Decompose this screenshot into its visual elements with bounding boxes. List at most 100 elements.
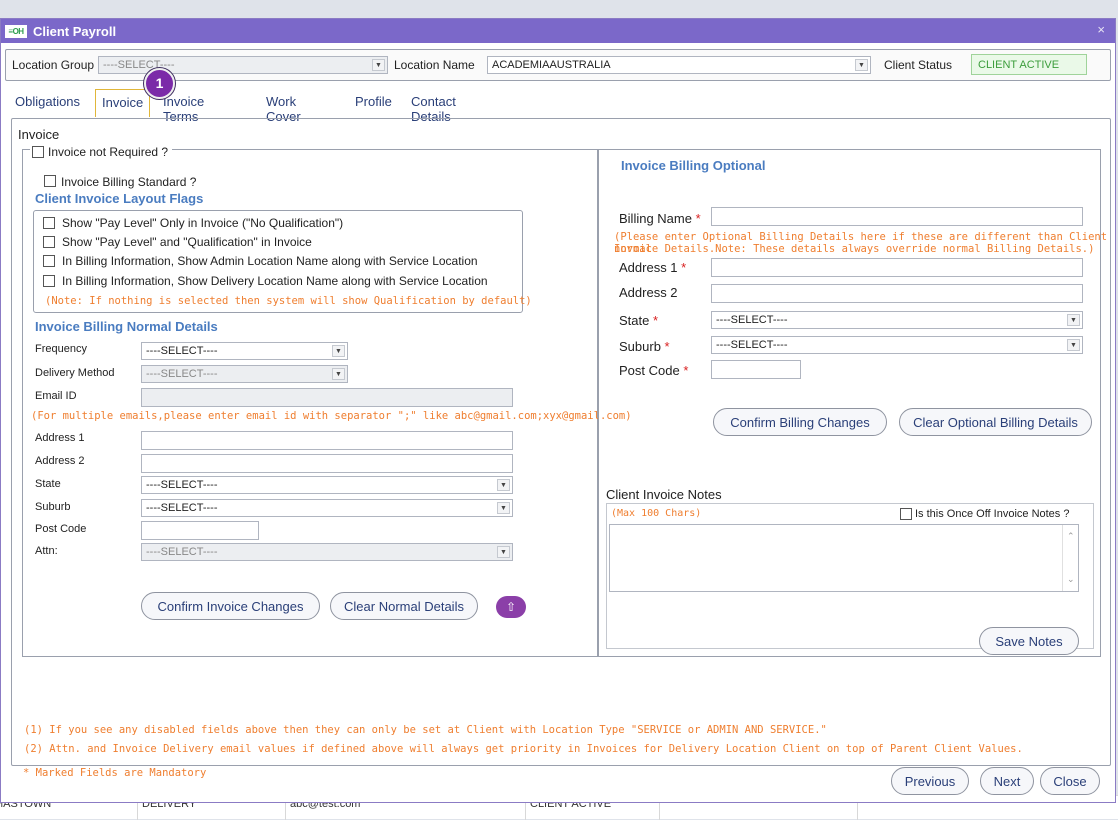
tab-profile[interactable]: Profile [349,89,398,114]
client-status-label: Client Status [884,58,953,72]
attn-label: Attn: [35,545,58,557]
flag-label: In Billing Information, Show Admin Locat… [62,254,478,268]
attn-select[interactable]: ----SELECT---- ▼ [141,543,513,561]
previous-button[interactable]: Previous [891,767,969,795]
client-status-value: CLIENT ACTIVE [971,54,1087,75]
address2-input[interactable] [141,454,513,473]
chevron-down-icon: ▼ [1067,314,1080,326]
delivery-method-label: Delivery Method [35,367,115,379]
state-select[interactable]: ----SELECT---- ▼ [141,476,513,494]
billing-name-label: Billing Name * [619,211,701,226]
location-group-select[interactable]: ----SELECT---- ▼ [98,56,388,74]
step-badge: 1 [144,68,175,99]
layout-flags-title: Client Invoice Layout Flags [35,191,204,206]
address2-label: Address 2 [35,455,85,467]
email-input[interactable] [141,388,513,407]
scroll-up-chevron-icon: ⌃ [1067,531,1075,541]
suburb-select[interactable]: ----SELECT---- ▼ [141,499,513,517]
billing-standard-checkbox[interactable] [44,175,56,187]
chevron-down-icon: ▼ [372,59,385,71]
state-value: ----SELECT---- [146,479,218,491]
postcode-input[interactable] [141,521,259,540]
flag-checkbox[interactable] [43,255,55,267]
required-mark: * [695,211,701,226]
opt-postcode-text: Post Code [619,363,680,378]
frequency-label: Frequency [35,343,87,355]
opt-address1-label: Address 1 * [619,260,686,275]
opt-suburb-label: Suburb * [619,339,670,354]
delivery-method-value: ----SELECT---- [146,368,218,380]
opt-address2-input[interactable] [711,284,1083,303]
flag-label: Show "Pay Level" and "Qualification" in … [62,235,312,249]
confirm-billing-changes-button[interactable]: Confirm Billing Changes [713,408,887,436]
opt-suburb-value: ----SELECT---- [716,339,788,351]
required-mark: * [681,260,687,275]
once-off-checkbox[interactable] [900,508,912,520]
location-name-value: ACADEMIAAUSTRALIA [492,59,611,71]
clear-optional-billing-button[interactable]: Clear Optional Billing Details [899,408,1092,436]
scroll-down-chevron-icon: ⌄ [1067,574,1075,584]
invoice-not-required-checkbox[interactable] [32,146,44,158]
flag-checkbox[interactable] [43,236,55,248]
invoice-not-required-legend: Invoice not Required ? [30,145,173,159]
notes-max-chars: (Max 100 Chars) [611,508,702,519]
billing-name-input[interactable] [711,207,1083,226]
tab-invoice[interactable]: Invoice [95,89,151,117]
flag-label: Show "Pay Level" Only in Invoice ("No Qu… [62,216,344,230]
opt-suburb-select[interactable]: ----SELECT---- ▼ [711,336,1083,354]
location-name-select[interactable]: ACADEMIAAUSTRALIA ▼ [487,56,871,74]
next-button[interactable]: Next [980,767,1034,795]
opt-state-value: ----SELECT---- [716,314,788,326]
invoice-not-required-label: Invoice not Required ? [48,145,169,159]
notes-scrollbar[interactable]: ⌃ ⌄ [1062,525,1078,591]
optional-note-line2: Invoice Details.Note: These details alwa… [614,243,1095,255]
footnote-1: (1) If you see any disabled fields above… [24,724,827,736]
save-notes-button[interactable]: Save Notes [979,627,1079,655]
opt-address1-text: Address 1 [619,260,678,275]
invoice-notes-title: Client Invoice Notes [606,487,722,502]
confirm-invoice-changes-button[interactable]: Confirm Invoice Changes [141,592,320,620]
flag-checkbox[interactable] [43,275,55,287]
email-note: (For multiple emails,please enter email … [31,410,632,422]
tab-obligations[interactable]: Obligations [9,89,86,114]
chevron-down-icon: ▼ [497,502,510,514]
panel-title: Invoice [18,127,60,142]
required-mark: * [652,313,659,328]
required-mark: * [664,339,670,354]
opt-state-text: State [619,313,650,328]
opt-postcode-input[interactable] [711,360,801,379]
app-logo-icon: ≡OH [5,24,27,38]
invoice-notes-textarea[interactable]: ⌃ ⌄ [609,524,1079,592]
location-name-label: Location Name [394,58,475,72]
address1-input[interactable] [141,431,513,450]
invoice-panel: Invoice Invoice not Required ? Invoice B… [11,118,1111,766]
flag-checkbox[interactable] [43,217,55,229]
delivery-method-select[interactable]: ----SELECT---- ▼ [141,365,348,383]
frequency-select[interactable]: ----SELECT---- ▼ [141,342,348,360]
mandatory-note: * Marked Fields are Mandatory [23,767,207,779]
chevron-down-icon: ▼ [332,345,345,357]
opt-state-select[interactable]: ----SELECT---- ▼ [711,311,1083,329]
flag-label: In Billing Information, Show Delivery Lo… [62,274,488,288]
scroll-up-icon[interactable]: ⇧ [496,596,526,618]
opt-address1-input[interactable] [711,258,1083,277]
opt-state-label: State * [619,313,658,328]
client-payroll-dialog: ≡OH Client Payroll × Location Group ----… [0,18,1116,803]
chevron-down-icon: ▼ [497,479,510,491]
close-icon[interactable]: × [1097,22,1105,37]
chevron-down-icon: ▼ [855,59,868,71]
frequency-value: ----SELECT---- [146,345,218,357]
required-mark: * [683,363,689,378]
email-label: Email ID [35,390,77,402]
once-off-label: Is this Once Off Invoice Notes ? [915,508,1070,520]
state-label: State [35,478,61,490]
close-button[interactable]: Close [1040,767,1100,795]
opt-suburb-text: Suburb [619,339,661,354]
footnote-2: (2) Attn. and Invoice Delivery email val… [24,743,1023,755]
normal-details-title: Invoice Billing Normal Details [35,319,218,334]
location-group-label: Location Group [12,58,95,72]
suburb-value: ----SELECT---- [146,502,218,514]
billing-standard-label: Invoice Billing Standard ? [61,175,197,189]
clear-normal-details-button[interactable]: Clear Normal Details [330,592,478,620]
optional-details-title: Invoice Billing Optional [621,158,766,173]
